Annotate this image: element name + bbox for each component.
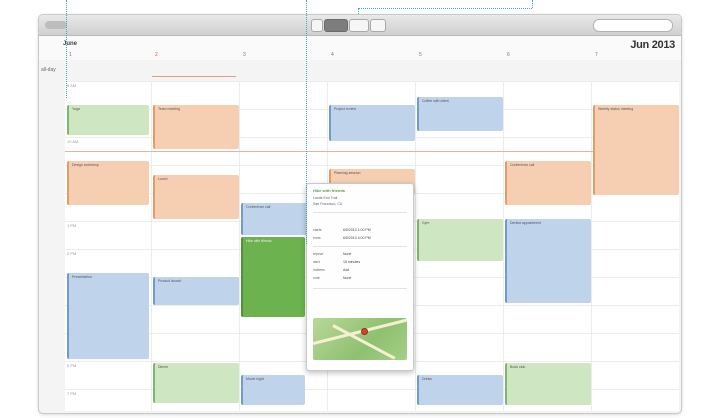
annotation-callout <box>66 0 67 98</box>
annotation-callout <box>358 8 359 14</box>
allday-label: all-day <box>41 67 56 73</box>
date-navigation[interactable]: Jun 2013 <box>630 39 675 51</box>
event-block[interactable]: Weekly status meeting <box>593 105 679 195</box>
time-label: 6 PM <box>67 363 77 368</box>
event-block[interactable]: Product launch <box>153 277 239 305</box>
view-tab-day[interactable] <box>311 19 323 32</box>
event-detail-popover[interactable]: Hike with friends Lands End Trail San Fr… <box>306 183 414 371</box>
day-header: 4 <box>331 52 334 58</box>
event-block[interactable]: Dinner <box>153 363 239 403</box>
location-map[interactable] <box>313 318 407 360</box>
annotation-callout <box>306 0 307 244</box>
day-header: 7 <box>595 52 598 58</box>
event-block[interactable]: Gym <box>417 219 503 261</box>
view-tab-year[interactable] <box>370 19 386 32</box>
current-time-line <box>65 151 679 152</box>
map-pin-icon <box>361 328 368 335</box>
event-block[interactable]: Drinks <box>417 375 503 405</box>
day-header: 5 <box>419 52 422 58</box>
day-header: 1 <box>69 52 72 58</box>
annotation-callout <box>532 0 533 8</box>
popover-address: San Francisco, CA <box>313 202 343 206</box>
event-block[interactable]: Dentist appointment <box>505 219 591 303</box>
event-block[interactable]: Presentation <box>67 273 149 359</box>
day-header: 6 <box>507 52 510 58</box>
event-hike-selected[interactable]: Hike with friends <box>241 237 305 317</box>
event-block[interactable]: Lunch <box>153 175 239 219</box>
event-block[interactable]: Movie night <box>241 375 305 405</box>
time-label: 7 PM <box>67 391 77 396</box>
event-block[interactable]: Team meeting <box>153 105 239 149</box>
time-label: 10 AM <box>67 139 79 144</box>
time-label: 1 PM <box>67 223 77 228</box>
search-input[interactable] <box>593 19 673 32</box>
day-headers: 1 2 3 4 5 6 7 <box>65 52 679 64</box>
day-header: 3 <box>243 52 246 58</box>
event-block[interactable]: Book club <box>505 363 591 405</box>
event-block[interactable]: Yoga <box>67 105 149 135</box>
annotation-callout <box>358 8 532 9</box>
today-indicator <box>152 76 236 77</box>
event-block[interactable]: Conference call <box>505 161 591 205</box>
day-header-today: 2 <box>155 52 158 58</box>
view-tab-month[interactable] <box>349 19 369 32</box>
view-tab-week[interactable] <box>324 19 348 32</box>
popover-title[interactable]: Hike with friends <box>313 188 345 193</box>
event-block[interactable]: Design workshop <box>67 161 149 205</box>
title-bar <box>39 15 681 36</box>
window-controls[interactable] <box>45 21 67 29</box>
time-label: 8 AM <box>67 83 77 88</box>
time-label: 2 PM <box>67 251 77 256</box>
event-block[interactable]: Coffee with client <box>417 97 503 131</box>
event-block[interactable]: Project review <box>329 105 415 141</box>
popover-location[interactable]: Lands End Trail <box>313 196 337 200</box>
